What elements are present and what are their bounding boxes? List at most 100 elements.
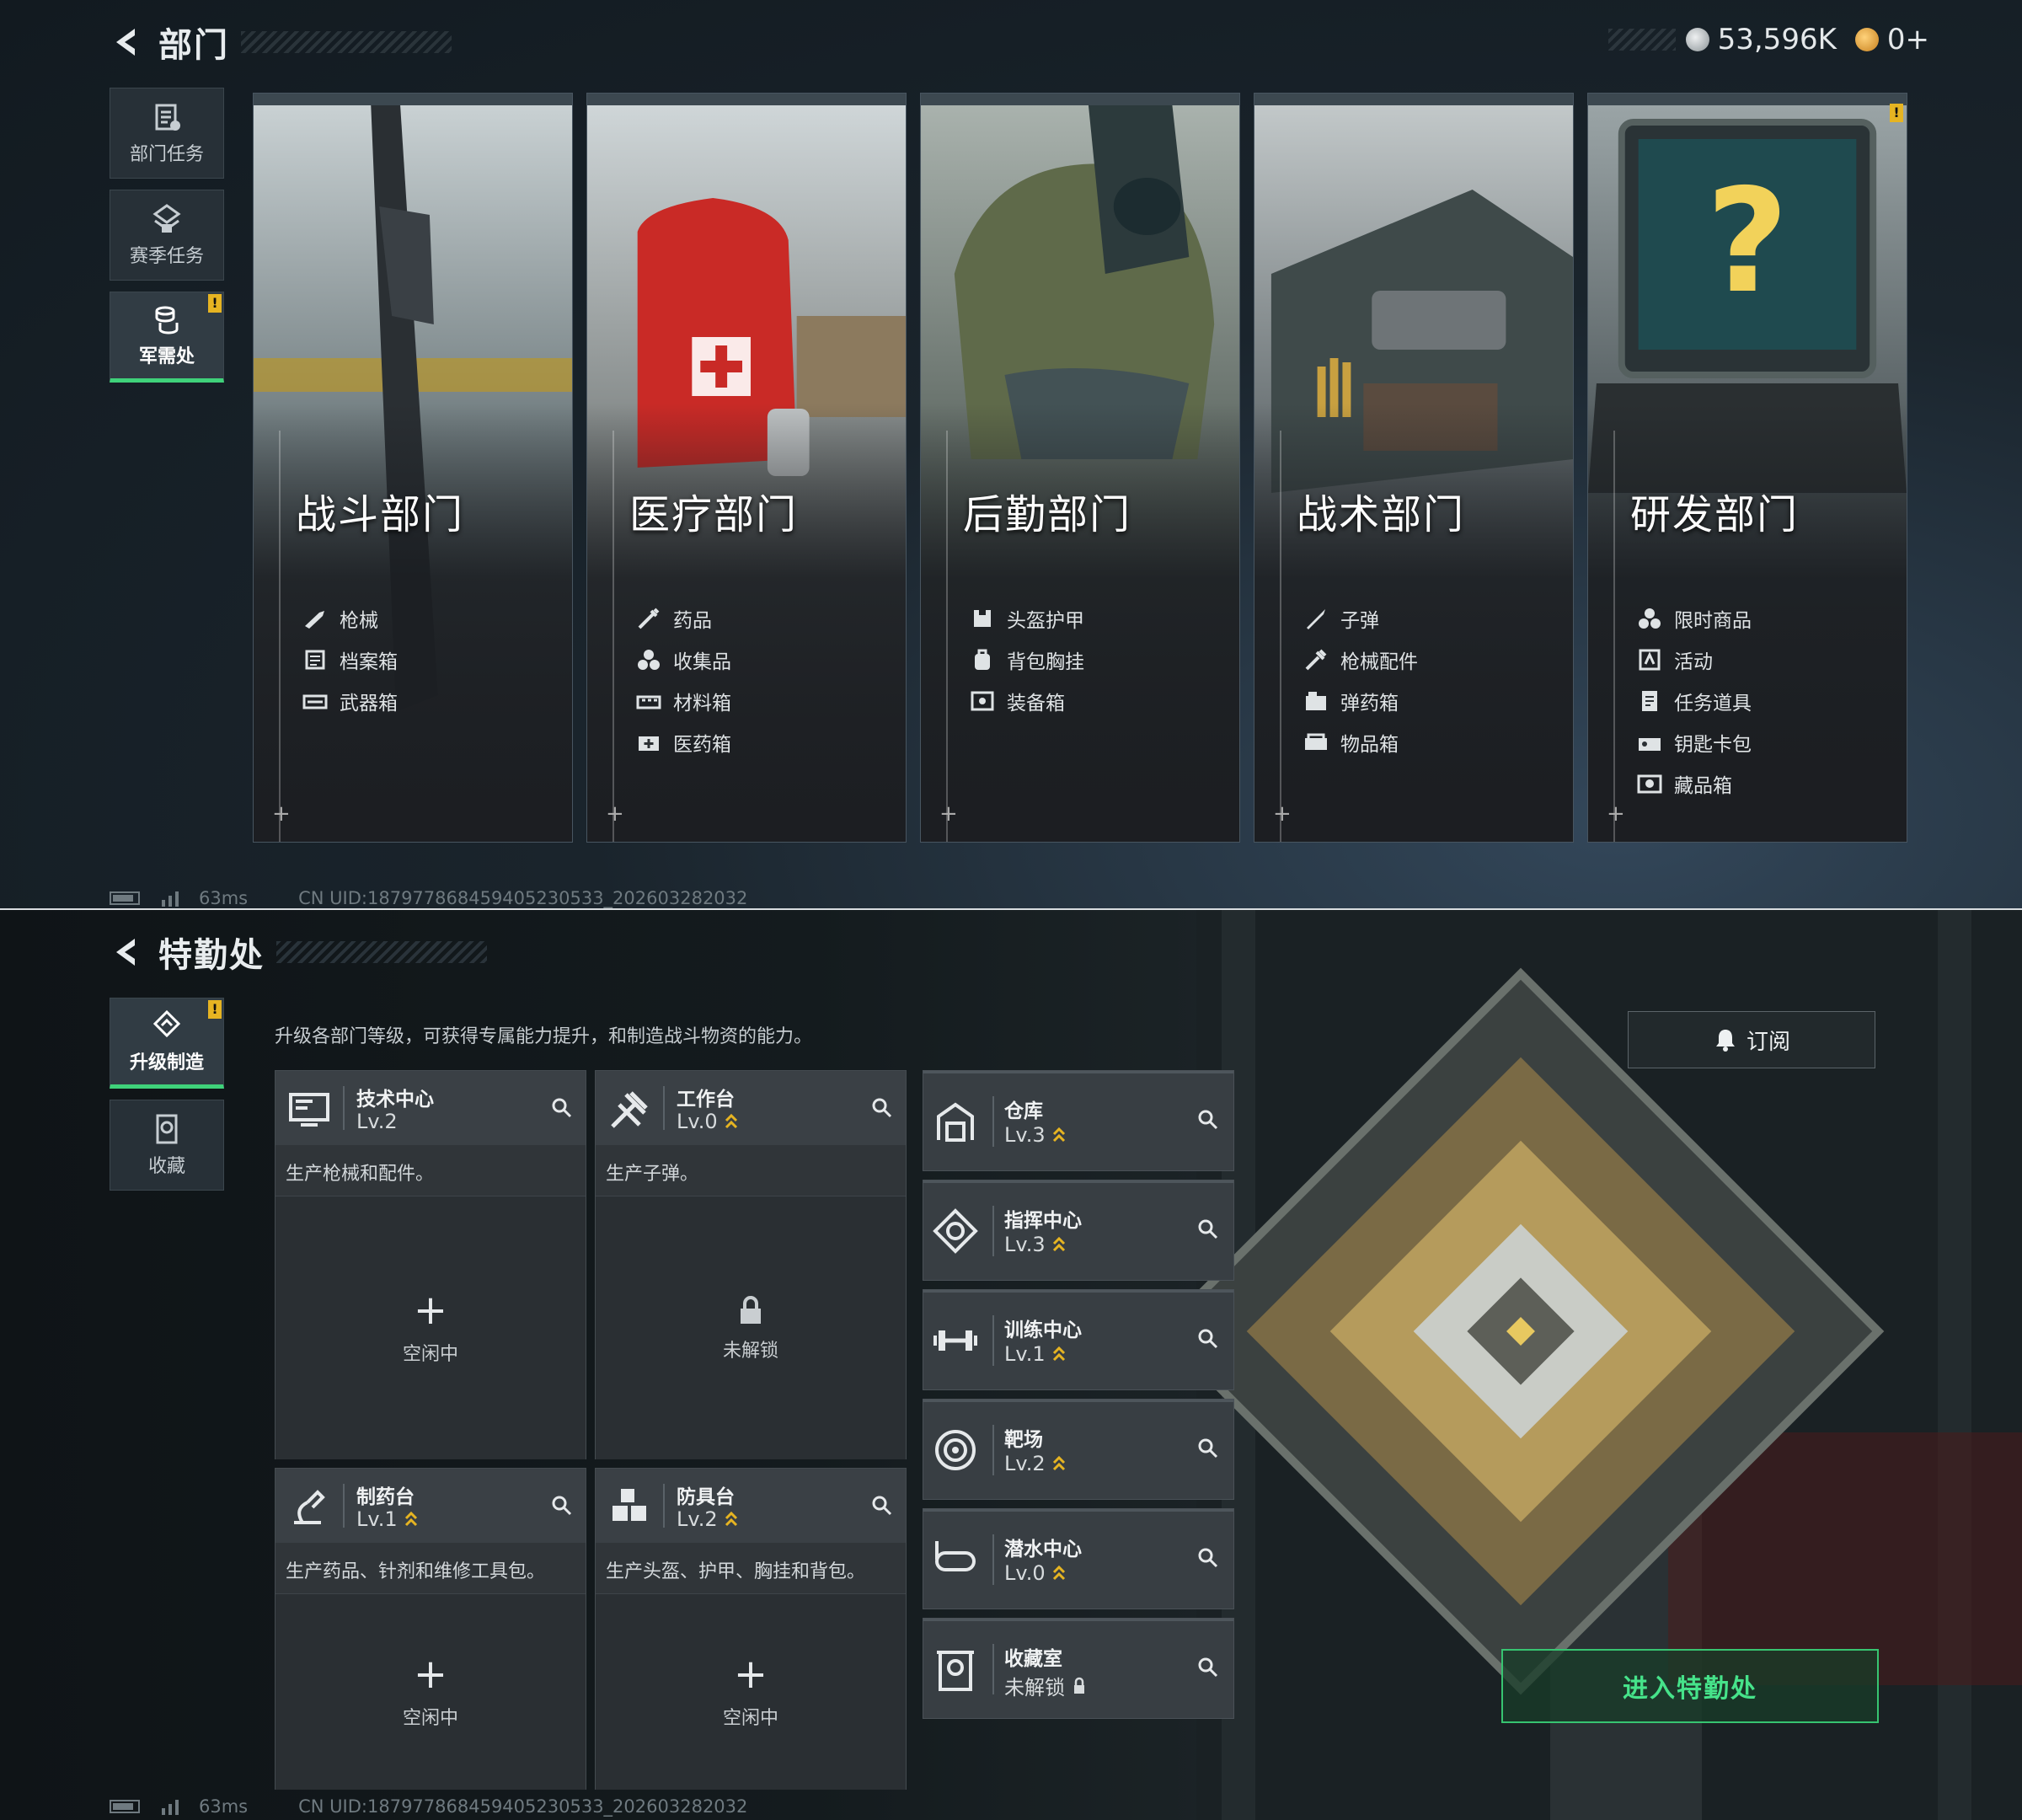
nav-season-tasks[interactable]: 赛季任务 [110,190,224,281]
bell-icon [1715,1030,1735,1052]
production-slot[interactable]: + 空闲中 [275,1593,586,1790]
slot-status: 空闲中 [722,1708,778,1729]
card-line [946,431,948,842]
search-icon[interactable] [1196,1218,1220,1241]
facility-tech-center[interactable]: 技术中心 Lv.2 生产枪械和配件。 + 空闲中 [275,1070,586,1459]
upgrade-arrow-icon [1052,1346,1065,1362]
card-title: 医疗部门 [629,491,799,538]
facility-collection-room[interactable]: 收藏室 未解锁 [923,1618,1234,1719]
add-icon: + [733,1651,768,1698]
nav-upgrade-craft[interactable]: ! 升级制造 [110,998,224,1089]
card-item-list: 子弹 枪械配件 弹药箱 物品箱 [1303,597,1418,763]
search-icon[interactable] [1196,1327,1220,1351]
nav-label: 收藏 [147,1156,185,1177]
card-title: 战斗部门 [296,491,465,538]
facility-warehouse[interactable]: 仓库 Lv.3 [923,1070,1234,1171]
equipment-box-icon [971,691,994,710]
facility-name: 潜水中心 [1004,1539,1082,1560]
item-label: 弹药箱 [1340,692,1399,715]
facility-armor-bench[interactable]: 防具台 Lv.2 生产头盔、护甲、胸挂和背包。 + 空闲中 [595,1468,907,1790]
department-card-research[interactable]: ! ? 研发部门 限时商品 活动 任务道具 钥匙卡包 藏品箱 + [1587,93,1907,843]
facility-name: 指挥中心 [1004,1210,1082,1232]
nav-collection[interactable]: 收藏 [110,1100,224,1191]
item-label: 枪械配件 [1340,650,1418,673]
status-bar: 63ms CN UID:187977868459405230533_202603… [110,1796,747,1817]
subscribe-button[interactable]: 订阅 [1628,1011,1875,1068]
facility-training-center[interactable]: 训练中心 Lv.1 [923,1289,1234,1390]
search-icon[interactable] [1196,1656,1220,1679]
event-icon [1639,649,1661,670]
card-line [1280,431,1281,842]
search-icon[interactable] [870,1096,894,1120]
list-item: 活动 [1637,639,1752,680]
material-box-icon [636,695,661,709]
item-label: 武器箱 [340,692,398,715]
header-hatch-decoration [276,941,487,963]
uid-text: CN UID:187977868459405230533_20260328203… [298,1796,748,1817]
keycard-pack-icon [1639,737,1661,751]
search-icon[interactable] [550,1096,574,1120]
ping-text: 63ms [199,888,249,908]
intro-text: 升级各部门等级，可获得专属能力提升，和制造战斗物资的能力。 [275,1026,813,1047]
list-item: 武器箱 [302,680,398,721]
list-item: 药品 [636,597,731,639]
department-card-tactical[interactable]: 战术部门 子弹 枪械配件 弹药箱 物品箱 + [1254,93,1574,843]
separator [992,1644,994,1694]
enter-special-ops-button[interactable]: 进入特勤处 [1501,1649,1879,1723]
card-line [1613,431,1615,842]
helmet-armor-icon [974,609,991,627]
warehouse-icon [937,1102,974,1142]
file-box-icon [305,650,325,669]
page-title: 特勤处 [158,936,265,975]
search-icon[interactable] [1196,1108,1220,1132]
card-strip [587,94,906,105]
facility-desc: 生产药品、针剂和维修工具包。 [286,1561,546,1582]
facility-name: 制药台 [356,1486,415,1508]
facility-name: 靶场 [1004,1429,1043,1451]
lock-icon [741,1296,761,1324]
diving-mask-icon [935,1541,976,1571]
facility-pharmacy[interactable]: 制药台 Lv.1 生产药品、针剂和维修工具包。 + 空闲中 [275,1468,586,1790]
nav-department-tasks[interactable]: 部门任务 [110,88,224,179]
department-card-logistics[interactable]: 后勤部门 头盔护甲 背包胸挂 装备箱 + [920,93,1240,843]
back-button[interactable] [110,25,143,59]
search-icon[interactable] [870,1494,894,1518]
facility-level: 未解锁 [1004,1671,1087,1700]
list-item: 任务道具 [1637,680,1752,721]
item-box-icon [1305,733,1327,750]
facility-workbench[interactable]: 工作台 Lv.0 生产子弹。 未解锁 [595,1070,907,1459]
card-title: 研发部门 [1630,491,1800,538]
department-card-combat[interactable]: 战斗部门 枪械 档案箱 武器箱 + [253,93,573,843]
token-value[interactable]: 0+ [1887,23,1929,56]
page-title: 部门 [158,26,229,65]
department-card-medical[interactable]: 医疗部门 药品 收集品 材料箱 医药箱 + [586,93,907,843]
facility-level: Lv.0 [1004,1561,1066,1585]
list-item: 装备箱 [970,680,1084,721]
currency-bar: 53,596K 0+ [1607,19,1929,61]
nav-quartermaster[interactable]: ! 军需处 [110,292,224,383]
card-line [279,431,281,842]
alert-badge: ! [208,294,222,313]
facility-shooting-range[interactable]: 靶场 Lv.2 [923,1399,1234,1500]
production-slot[interactable]: + 空闲中 [275,1196,586,1459]
search-icon[interactable] [1196,1546,1220,1570]
list-item: 头盔护甲 [970,597,1084,639]
target-icon [935,1430,976,1470]
quartermaster-icon [155,306,179,335]
list-item: 档案箱 [302,639,398,680]
list-item: 子弹 [1303,597,1418,639]
facility-diving-center[interactable]: 潜水中心 Lv.0 [923,1508,1234,1609]
gun-attachment-icon [1305,649,1327,670]
item-label: 背包胸挂 [1007,650,1084,673]
list-item: 背包胸挂 [970,639,1084,680]
back-button[interactable] [110,935,143,969]
facility-command-center[interactable]: 指挥中心 Lv.3 [923,1180,1234,1281]
department-screen: 部门 53,596K 0+ 部门任务 赛季任务 ! 军需处 战斗部门 枪械 档案… [0,0,2022,910]
search-icon[interactable] [550,1494,574,1518]
item-label: 任务道具 [1674,692,1752,715]
item-label: 档案箱 [340,650,398,673]
card-strip [1588,94,1907,105]
production-slot[interactable]: + 空闲中 [596,1593,906,1790]
signal-icon [162,891,179,907]
search-icon[interactable] [1196,1437,1220,1460]
